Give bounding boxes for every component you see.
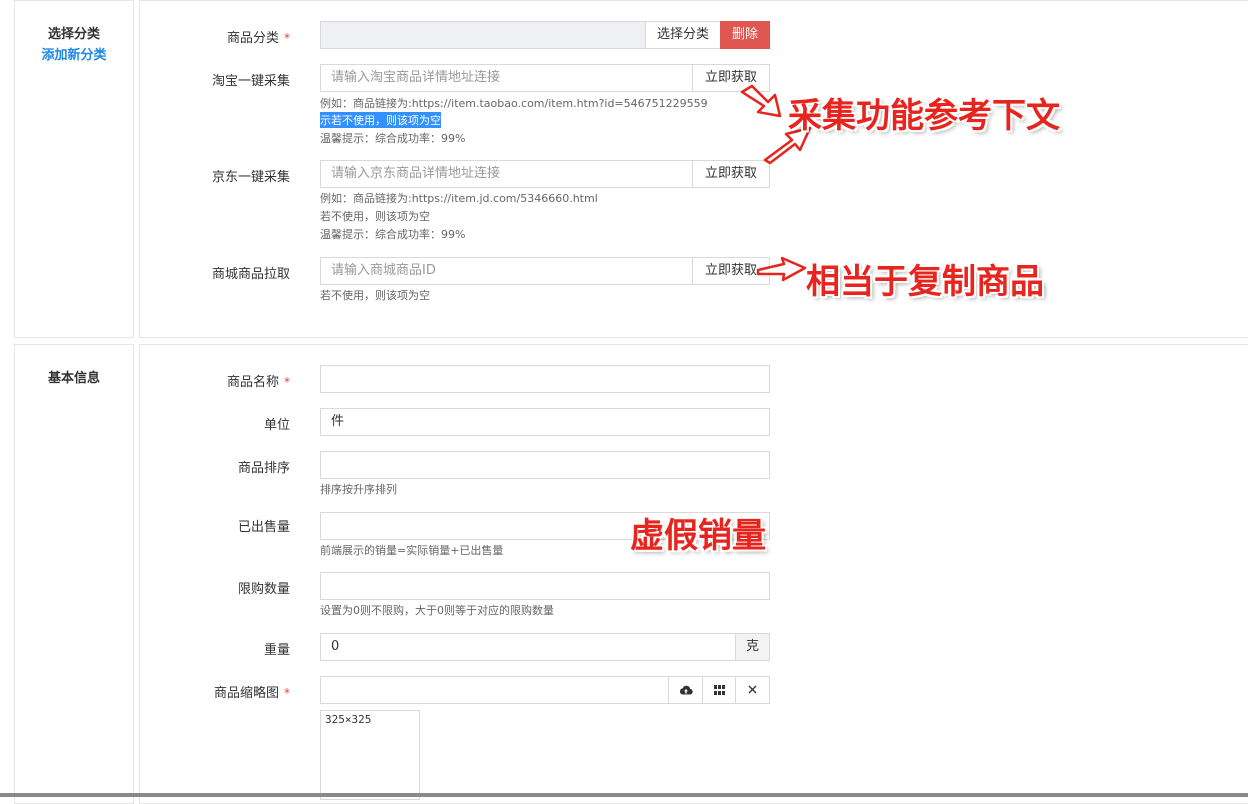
- required-mark: *: [284, 31, 290, 45]
- taobao-label: 淘宝一键采集: [211, 74, 290, 89]
- jd-help-tip: 温馨提示：综合成功率：99%: [320, 228, 466, 241]
- weight-unit-addon: 克: [735, 633, 770, 661]
- window-bottom-edge: [0, 793, 1248, 797]
- upload-button[interactable]: [668, 676, 703, 704]
- delete-category-button[interactable]: 删除: [720, 21, 770, 49]
- clear-button[interactable]: [735, 676, 770, 704]
- jd-help-unused: 若不使用，则该项为空: [320, 210, 430, 223]
- thumb-url-input[interactable]: [320, 676, 669, 704]
- taobao-fetch-button[interactable]: 立即获取: [692, 64, 770, 92]
- add-category-link[interactable]: 添加新分类: [14, 44, 134, 63]
- sold-label: 已出售量: [237, 520, 290, 535]
- taobao-help-tip: 温馨提示：综合成功率：99%: [320, 132, 466, 145]
- sort-label: 商品排序: [237, 461, 290, 476]
- jd-fetch-button[interactable]: 立即获取: [692, 160, 770, 188]
- limit-label: 限购数量: [237, 582, 290, 597]
- annotation-copy: 相当于复制商品: [806, 262, 1044, 302]
- basic-section-title: 基本信息: [47, 371, 100, 386]
- jd-url-input[interactable]: 请输入京东商品详情地址连接: [320, 160, 693, 188]
- weight-input[interactable]: 0: [320, 633, 736, 661]
- name-label-text: 商品名称: [226, 375, 279, 390]
- category-section-title: 选择分类: [47, 27, 100, 42]
- mall-id-input[interactable]: 请输入商城商品ID: [320, 257, 693, 285]
- jd-label: 京东一键采集: [211, 170, 290, 185]
- thumb-preview[interactable]: 325×325: [320, 710, 420, 800]
- thumb-label-text: 商品缩略图: [213, 686, 279, 701]
- limit-input[interactable]: [320, 572, 770, 600]
- taobao-url-input[interactable]: 请输入淘宝商品详情地址连接: [320, 64, 693, 92]
- cloud-upload-icon: [679, 685, 693, 695]
- product-name-input[interactable]: [320, 365, 770, 393]
- close-icon: [748, 685, 757, 694]
- mall-help-unused: 若不使用，则该项为空: [320, 289, 430, 302]
- basic-section-side: [14, 344, 134, 804]
- annotation-fake-sales: 虚假销量: [630, 516, 766, 556]
- unit-input[interactable]: 件: [320, 408, 770, 436]
- name-label: 商品名称 *: [120, 371, 290, 390]
- thumb-label: 商品缩略图 *: [120, 682, 290, 701]
- thumb-size-hint: 325×325: [325, 713, 372, 726]
- gallery-button[interactable]: [702, 676, 736, 704]
- weight-label: 重量: [263, 643, 290, 658]
- jd-help-example: 例如：商品链接为:https://item.jd.com/5346660.htm…: [320, 192, 598, 205]
- select-category-button[interactable]: 选择分类: [645, 21, 721, 49]
- unit-label: 单位: [263, 418, 290, 433]
- taobao-help-unused: 示若不使用，则该项为空: [320, 112, 441, 128]
- annotation-collect: 采集功能参考下文: [788, 96, 1060, 136]
- sort-help: 排序按升序排列: [320, 483, 397, 496]
- taobao-help-example: 例如：商品链接为:https://item.taobao.com/item.ht…: [320, 97, 708, 110]
- required-mark: *: [284, 686, 290, 700]
- sold-help: 前端展示的销量=实际销量+已出售量: [320, 544, 504, 557]
- limit-help: 设置为0则不限购，大于0则等于对应的限购数量: [320, 604, 554, 617]
- category-label-text: 商品分类: [226, 31, 279, 46]
- category-input[interactable]: [320, 21, 646, 49]
- grid-icon: [713, 684, 725, 695]
- sort-input[interactable]: [320, 451, 770, 479]
- mall-fetch-button[interactable]: 立即获取: [692, 257, 770, 285]
- mall-label: 商城商品拉取: [211, 267, 290, 282]
- required-mark: *: [284, 375, 290, 389]
- category-label: 商品分类 *: [120, 27, 290, 46]
